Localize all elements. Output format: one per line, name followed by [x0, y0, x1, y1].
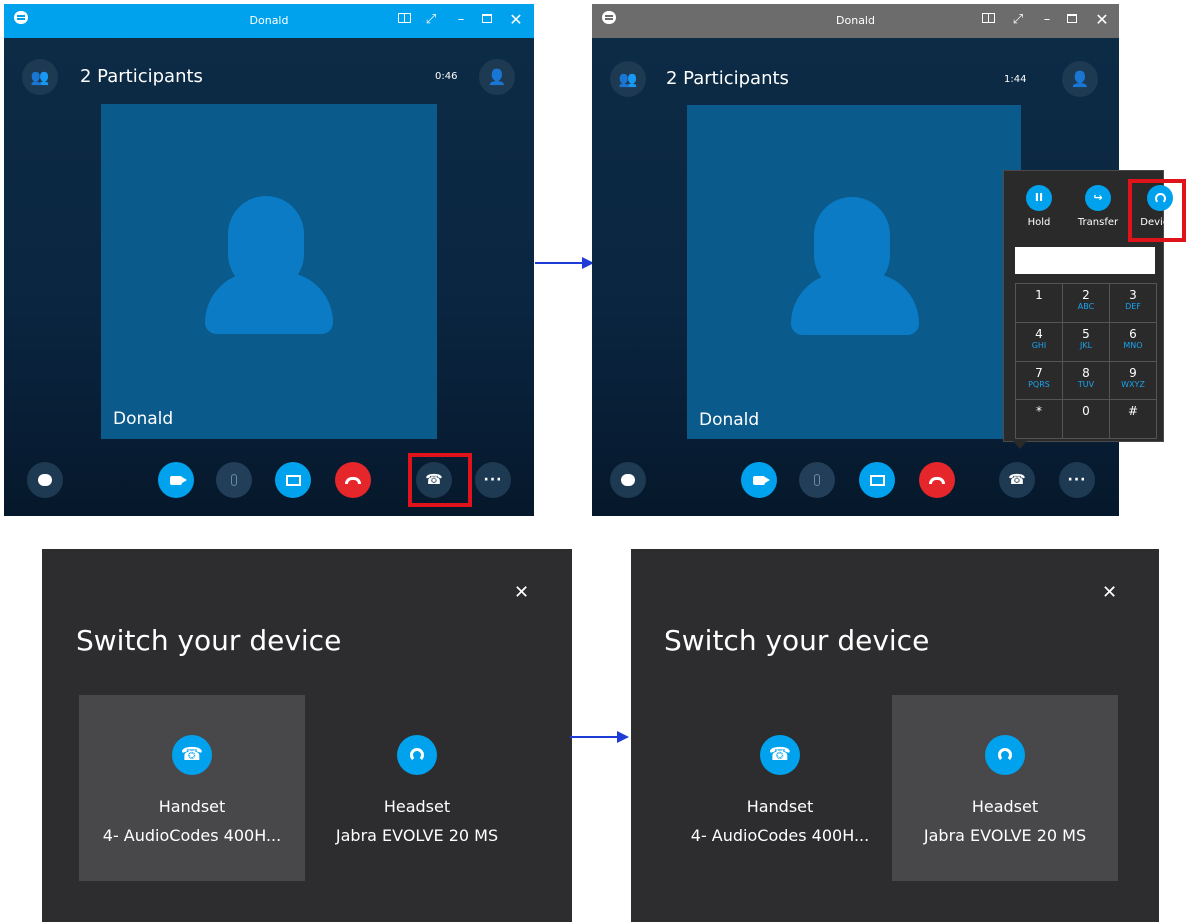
call-controls-button[interactable]: ☎	[999, 462, 1035, 498]
transfer-button[interactable]: ↪ Transfer	[1073, 185, 1123, 228]
key-5[interactable]: 5 JKL	[1063, 322, 1110, 362]
popout-video-icon[interactable]	[979, 11, 997, 29]
headset-icon	[397, 735, 437, 775]
panel-title: Switch your device	[76, 624, 342, 657]
title-bar: Donald ⤢ – ✕	[4, 4, 534, 38]
minimize-button[interactable]: –	[1038, 11, 1056, 29]
hold-label: Hold	[1027, 217, 1051, 228]
hold-button[interactable]: II Hold	[1014, 185, 1064, 228]
keypad: 1 2 ABC 3 DEF 4 GHI 5 JKL 6 MNO 7 PQRS 8 TUV 9W…	[1015, 283, 1157, 439]
maximize-button[interactable]	[478, 11, 496, 29]
device-card-headset[interactable]: Headset Jabra EVOLVE 20 MS	[892, 695, 1118, 881]
avatar-body-icon	[791, 273, 919, 335]
fullscreen-icon[interactable]: ⤢	[1009, 11, 1027, 29]
tile-name: Donald	[699, 410, 760, 430]
switch-device-panel-right: ✕ Switch your device ☎ Handset 4- AudioC…	[631, 549, 1159, 922]
close-icon[interactable]: ✕	[514, 582, 529, 603]
close-button[interactable]: ✕	[1093, 11, 1111, 29]
highlight-call-controls	[408, 453, 472, 507]
key-1[interactable]: 1	[1016, 284, 1063, 323]
video-button[interactable]	[158, 462, 194, 498]
transfer-icon: ↪	[1085, 185, 1111, 211]
device-card-handset[interactable]: ☎ Handset 4- AudioCodes 400H...	[79, 695, 305, 881]
video-button[interactable]	[741, 462, 777, 498]
phone-icon: ☎	[760, 735, 800, 775]
chat-button[interactable]	[610, 462, 646, 498]
call-window-left: Donald ⤢ – ✕ 👥 2 Participants 0:46 👤 Don…	[4, 4, 534, 516]
key-9[interactable]: 9 WXYZ	[1110, 361, 1157, 401]
add-participant-icon[interactable]: 👤	[479, 59, 515, 95]
arrow-bottom-head	[617, 731, 629, 743]
hang-up-button[interactable]	[919, 462, 955, 498]
share-screen-button[interactable]	[859, 462, 895, 498]
video-tile: Donald	[687, 105, 1021, 439]
highlight-devices	[1128, 179, 1186, 242]
device-card-headset[interactable]: Headset Jabra EVOLVE 20 MS	[304, 695, 530, 881]
device-name: Handset	[746, 797, 814, 816]
panel-title: Switch your device	[664, 624, 930, 657]
close-button[interactable]: ✕	[507, 11, 525, 29]
key-6[interactable]: 6 MNO	[1110, 322, 1157, 362]
arrow-top	[535, 262, 583, 264]
device-model: Jabra EVOLVE 20 MS	[923, 826, 1087, 845]
key-7[interactable]: 7 PQRS	[1016, 361, 1063, 401]
phone-icon: ☎	[172, 735, 212, 775]
add-participant-icon[interactable]: 👤	[1062, 61, 1098, 97]
title-bar: Donald ⤢ – ✕	[592, 4, 1119, 38]
participants-icon[interactable]: 👥	[22, 59, 58, 95]
close-icon[interactable]: ✕	[1102, 582, 1117, 603]
popup-pointer	[1013, 441, 1027, 449]
key-hash[interactable]: #	[1110, 400, 1157, 439]
fullscreen-icon[interactable]: ⤢	[422, 11, 440, 29]
participants-icon[interactable]: 👥	[610, 61, 646, 97]
headset-icon	[985, 735, 1025, 775]
maximize-button[interactable]	[1063, 11, 1081, 29]
device-card-handset[interactable]: ☎ Handset 4- AudioCodes 400H...	[667, 695, 893, 881]
share-screen-button[interactable]	[275, 462, 311, 498]
avatar-body-icon	[205, 272, 333, 334]
device-name: Handset	[158, 797, 226, 816]
participants-label: 2 Participants	[80, 66, 203, 87]
popout-video-icon[interactable]	[395, 11, 413, 29]
device-model: 4- AudioCodes 400H...	[102, 826, 282, 845]
video-tile: Donald	[101, 104, 437, 439]
call-timer: 1:44	[1004, 74, 1027, 85]
device-model: Jabra EVOLVE 20 MS	[335, 826, 499, 845]
mute-button[interactable]	[799, 462, 835, 498]
more-options-button[interactable]: ···	[475, 462, 511, 498]
device-name: Headset	[383, 797, 451, 816]
minimize-button[interactable]: –	[452, 11, 470, 29]
device-name: Headset	[971, 797, 1039, 816]
call-timer: 0:46	[435, 71, 458, 82]
mute-button[interactable]	[216, 462, 252, 498]
more-options-button[interactable]: ···	[1059, 462, 1095, 498]
hang-up-button[interactable]	[335, 462, 371, 498]
pause-icon: II	[1026, 185, 1052, 211]
key-star[interactable]: *	[1016, 400, 1063, 439]
transfer-label: Transfer	[1077, 217, 1119, 228]
key-2[interactable]: 2 ABC	[1063, 284, 1110, 323]
key-8[interactable]: 8 TUV	[1063, 361, 1110, 401]
chat-button[interactable]	[27, 462, 63, 498]
dial-input[interactable]	[1015, 247, 1155, 274]
device-model: 4- AudioCodes 400H...	[690, 826, 870, 845]
tile-name: Donald	[113, 409, 174, 429]
key-3[interactable]: 3 DEF	[1110, 284, 1157, 323]
switch-device-panel-left: ✕ Switch your device ☎ Handset 4- AudioC…	[42, 549, 572, 922]
participants-label: 2 Participants	[666, 68, 789, 89]
key-0[interactable]: 0	[1063, 400, 1110, 439]
arrow-bottom	[570, 736, 618, 738]
key-4[interactable]: 4 GHI	[1016, 322, 1063, 362]
